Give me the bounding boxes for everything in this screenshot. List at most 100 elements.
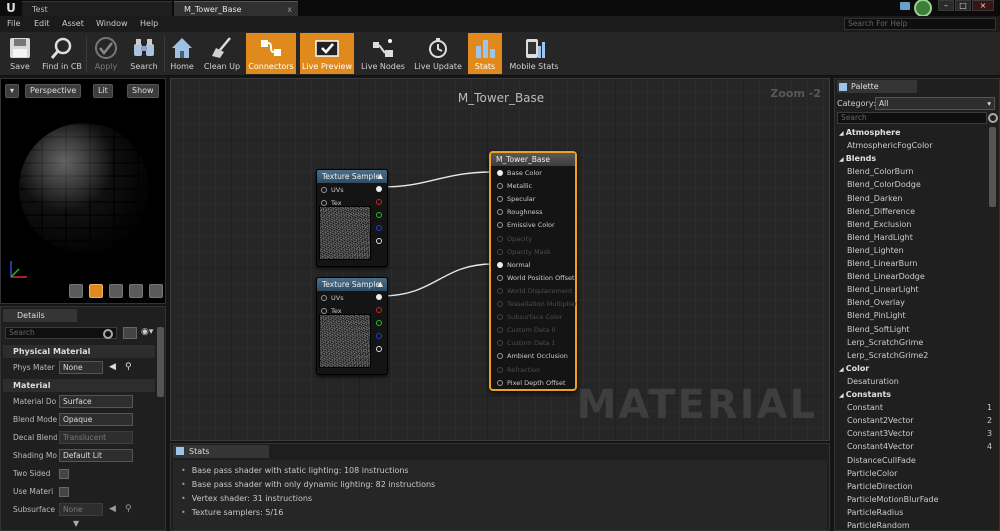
collapse-icon[interactable]: ▲: [378, 170, 383, 183]
palette-item[interactable]: Blend_LinearBurn: [847, 259, 917, 268]
input-pin-roughness[interactable]: Roughness: [497, 208, 542, 216]
palette-item[interactable]: Blend_LinearLight: [847, 285, 919, 294]
browse-search-icon[interactable]: ⚲: [125, 362, 132, 372]
material-preview-sphere[interactable]: [19, 123, 149, 253]
palette-item[interactable]: Blend_HardLight: [847, 233, 913, 242]
expand-arrow-icon[interactable]: ◢: [839, 130, 846, 137]
preview-viewport[interactable]: ▾ Perspective Lit Show: [0, 78, 166, 304]
palette-category[interactable]: ◢ Color: [839, 364, 869, 373]
viewport-options-button[interactable]: ▾: [5, 84, 19, 98]
stats-tab[interactable]: Stats: [173, 445, 269, 458]
input-pin-uvs[interactable]: UVs: [321, 294, 344, 302]
input-pin-base-color[interactable]: Base Color: [497, 169, 542, 177]
palette-item[interactable]: Lerp_ScratchGrime2: [847, 351, 928, 360]
preview-plane-icon[interactable]: [109, 284, 123, 298]
palette-item[interactable]: Blend_LinearDodge: [847, 272, 925, 281]
input-pin-normal[interactable]: Normal: [497, 261, 531, 269]
palette-category[interactable]: ◢ Constants: [839, 390, 891, 399]
palette-item[interactable]: DistanceCullFade: [847, 456, 916, 465]
mobile-stats-button[interactable]: Mobile Stats: [506, 33, 562, 74]
palette-tab[interactable]: Palette: [837, 80, 917, 93]
palette-item[interactable]: Lerp_ScratchGrime: [847, 338, 923, 347]
perspective-button[interactable]: Perspective: [25, 84, 82, 98]
expand-arrow-icon[interactable]: ◢: [839, 156, 846, 163]
palette-scrollbar[interactable]: [989, 127, 996, 207]
preview-cylinder-icon[interactable]: [69, 284, 83, 298]
input-pin-world-position-offset[interactable]: World Position Offset: [497, 274, 575, 282]
phys-material-dropdown[interactable]: None: [59, 361, 103, 374]
output-pin-r[interactable]: [376, 199, 382, 205]
palette-item[interactable]: Blend_Difference: [847, 207, 915, 216]
input-pin-specular[interactable]: Specular: [497, 195, 535, 203]
clean-up-button[interactable]: Clean Up: [200, 33, 244, 74]
palette-item[interactable]: Blend_Exclusion: [847, 220, 911, 229]
tab-project[interactable]: Test: [22, 1, 172, 16]
details-tab[interactable]: Details: [3, 309, 77, 322]
maximize-icon[interactable]: □: [955, 0, 971, 11]
close-window-icon[interactable]: ×: [972, 0, 994, 11]
material-result-node[interactable]: M_Tower_Base Base Color Metallic Specular R…: [489, 151, 577, 391]
apply-button[interactable]: Apply: [88, 33, 124, 74]
texture-sample-node[interactable]: Texture Sample ▲ UVs Tex: [316, 277, 388, 375]
palette-category[interactable]: ◢ Atmosphere: [839, 128, 901, 137]
live-preview-button[interactable]: Live Preview: [300, 33, 354, 74]
preview-sphere-icon[interactable]: [89, 284, 103, 298]
expand-arrow-icon[interactable]: ◢: [839, 392, 846, 399]
palette-item[interactable]: Constant4Vector 4: [847, 442, 992, 451]
menu-asset[interactable]: Asset: [62, 16, 84, 32]
notification-icon[interactable]: [914, 0, 932, 17]
palette-item[interactable]: ParticleDirection: [847, 482, 913, 491]
output-pin-g[interactable]: [376, 212, 382, 218]
input-pin-uvs[interactable]: UVs: [321, 186, 344, 194]
arrow-left-icon[interactable]: ◀: [109, 362, 116, 372]
output-pin-a[interactable]: [376, 238, 382, 244]
output-pin-g[interactable]: [376, 320, 382, 326]
node-header[interactable]: M_Tower_Base: [491, 153, 575, 166]
collapse-icon[interactable]: ▲: [378, 278, 383, 291]
preview-cube-icon[interactable]: [129, 284, 143, 298]
live-nodes-button[interactable]: Live Nodes: [358, 33, 408, 74]
output-pin-rgb[interactable]: [376, 294, 382, 300]
palette-item[interactable]: Blend_SoftLight: [847, 325, 910, 334]
menu-help[interactable]: Help: [140, 16, 158, 32]
help-search-input[interactable]: Search For Help: [844, 18, 996, 30]
close-tab-icon[interactable]: x: [287, 2, 292, 17]
shading-model-dropdown[interactable]: Default Lit: [59, 449, 133, 462]
output-pin-a[interactable]: [376, 346, 382, 352]
two-sided-checkbox[interactable]: [59, 469, 69, 479]
find-in-cb-button[interactable]: Find in CB: [40, 33, 84, 74]
node-header[interactable]: Texture Sample ▲: [317, 278, 387, 291]
output-pin-rgb[interactable]: [376, 186, 382, 192]
connectors-button[interactable]: Connectors: [246, 33, 296, 74]
output-pin-b[interactable]: [376, 225, 382, 231]
input-pin-pixel-depth-offset[interactable]: Pixel Depth Offset: [497, 379, 566, 387]
blend-mode-dropdown[interactable]: Opaque: [59, 413, 133, 426]
palette-item[interactable]: Constant2Vector 2: [847, 416, 992, 425]
palette-item[interactable]: ParticleRadius: [847, 508, 903, 517]
palette-item[interactable]: Blend_Overlay: [847, 298, 905, 307]
live-update-button[interactable]: Live Update: [410, 33, 466, 74]
palette-item[interactable]: Blend_Lighten: [847, 246, 904, 255]
palette-item[interactable]: Blend_ColorDodge: [847, 180, 921, 189]
details-search-input[interactable]: Search: [5, 327, 117, 339]
minimize-icon[interactable]: –: [938, 0, 954, 11]
category-material[interactable]: Material: [3, 379, 155, 392]
palette-item[interactable]: Blend_Darken: [847, 194, 902, 203]
search-button[interactable]: Search: [126, 33, 162, 74]
property-matrix-icon[interactable]: [123, 327, 137, 339]
use-material-attributes-checkbox[interactable]: [59, 487, 69, 497]
expand-arrow-icon[interactable]: ◢: [839, 366, 846, 373]
menu-file[interactable]: File: [7, 16, 20, 32]
palette-search-input[interactable]: Search: [837, 112, 987, 124]
menu-window[interactable]: Window: [96, 16, 128, 32]
palette-category[interactable]: ◢ Blends: [839, 154, 876, 163]
save-button[interactable]: Save: [2, 33, 38, 74]
palette-item[interactable]: Blend_ColorBurn: [847, 167, 913, 176]
details-scrollbar[interactable]: [157, 327, 164, 397]
tab-material[interactable]: M_Tower_Base x: [174, 1, 298, 16]
stats-button[interactable]: Stats: [468, 33, 502, 74]
palette-item[interactable]: ParticleMotionBlurFade: [847, 495, 939, 504]
texture-sample-node[interactable]: Texture Sample ▲ UVs Tex: [316, 169, 388, 267]
home-button[interactable]: Home: [166, 33, 198, 74]
node-header[interactable]: Texture Sample ▲: [317, 170, 387, 183]
